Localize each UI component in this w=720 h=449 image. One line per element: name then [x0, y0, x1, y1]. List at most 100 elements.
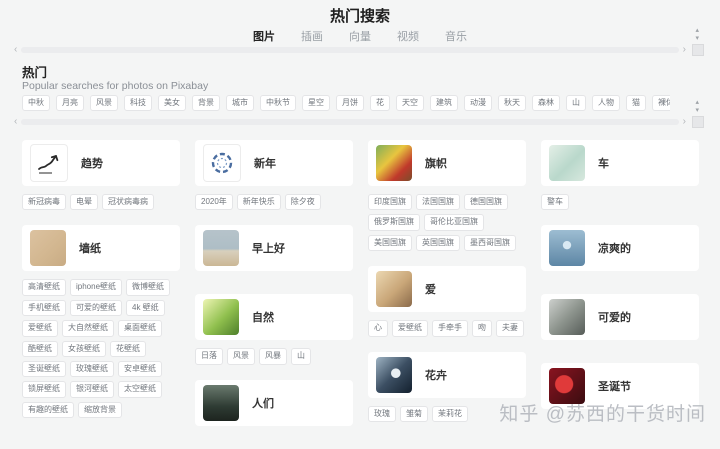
category-card[interactable]: 墙纸 [22, 225, 180, 272]
search-tag[interactable]: 风暴 [259, 348, 287, 365]
hot-search-tag[interactable]: 山 [566, 95, 586, 112]
hot-search-tag[interactable]: 天空 [396, 95, 424, 112]
vertical-scroll-arrows[interactable]: ▴ ▾ [695, 99, 699, 115]
search-tag[interactable]: 银河壁纸 [70, 381, 114, 398]
search-tag[interactable]: 吻 [472, 320, 492, 337]
car-photo-icon [549, 145, 585, 181]
search-tag[interactable]: 锁屏壁纸 [22, 381, 66, 398]
horizontal-scrollbar-tags[interactable]: ‹ › [14, 116, 686, 128]
search-tag[interactable]: 爱壁纸 [22, 320, 58, 337]
search-tag[interactable]: 手牵手 [432, 320, 468, 337]
hot-search-tag[interactable]: 人物 [592, 95, 620, 112]
search-tag[interactable]: 风景 [227, 348, 255, 365]
search-tag[interactable]: 缩放背景 [78, 401, 122, 419]
scrollbar-thumb[interactable] [21, 119, 679, 125]
search-tag[interactable]: 玫瑰 [368, 405, 396, 422]
search-tag[interactable]: 女孩壁纸 [62, 340, 106, 357]
vertical-scroll-arrows[interactable]: ▴ ▾ [695, 27, 699, 43]
scroll-right-icon[interactable]: › [683, 45, 686, 55]
hot-search-tag[interactable]: 美女 [158, 95, 186, 112]
search-tag[interactable]: 大自然壁纸 [62, 320, 114, 337]
search-tag[interactable]: 夫妻 [496, 320, 524, 337]
category-card[interactable]: 新年 [195, 140, 353, 186]
search-tag[interactable]: 新冠病毒 [22, 194, 66, 211]
search-tag[interactable]: 玫瑰壁纸 [70, 360, 114, 378]
search-tag[interactable]: 微博壁纸 [126, 279, 171, 296]
search-tag[interactable]: 警车 [541, 194, 569, 211]
hot-search-tag[interactable]: 森林 [532, 95, 560, 112]
search-tag[interactable]: 2020年 [195, 194, 233, 211]
search-tag[interactable]: 花壁纸 [110, 340, 146, 357]
hot-search-tag[interactable]: 中秋节 [260, 95, 296, 112]
category-card[interactable]: 花卉 [368, 351, 526, 398]
search-tag[interactable]: 日落 [195, 348, 223, 365]
hot-search-tag[interactable]: 月饼 [336, 95, 364, 112]
search-tag[interactable]: 美国国旗 [368, 234, 412, 252]
search-tag[interactable]: 太空壁纸 [118, 381, 162, 398]
hot-search-tag[interactable]: 裸体 [652, 95, 670, 112]
hot-search-tag[interactable]: 花 [370, 95, 390, 112]
search-tag[interactable]: 哥伦比亚国旗 [424, 214, 484, 231]
scroll-down-icon[interactable]: ▾ [695, 107, 699, 115]
category-card[interactable]: 自然 [195, 294, 353, 341]
hot-search-tag[interactable]: 背景 [192, 95, 220, 112]
hot-search-tag[interactable]: 星空 [302, 95, 330, 112]
scroll-up-icon[interactable]: ▴ [695, 27, 699, 35]
search-tag[interactable]: 桌面壁纸 [118, 320, 162, 337]
search-tag[interactable]: 法国国旗 [416, 194, 460, 211]
scroll-down-icon[interactable]: ▾ [695, 35, 699, 43]
flags-photo-icon [376, 145, 412, 181]
search-tag[interactable]: 圣诞壁纸 [22, 360, 66, 378]
search-tag[interactable]: 爱壁纸 [392, 320, 428, 337]
search-tag[interactable]: 心 [368, 320, 388, 337]
category-card[interactable]: 爱 [368, 266, 526, 313]
search-tag[interactable]: 安卓壁纸 [118, 360, 162, 378]
category-card[interactable]: 可爱的 [541, 294, 699, 341]
category-card-title: 早上好 [252, 243, 285, 256]
search-tag[interactable]: 俄罗斯国旗 [368, 214, 420, 231]
category-card[interactable]: 趋势 [22, 140, 180, 186]
search-tag[interactable]: 英国国旗 [416, 234, 460, 252]
category-card[interactable]: 人们 [195, 379, 353, 426]
search-tag[interactable]: 冠状病毒病 [102, 194, 154, 211]
hot-search-tag[interactable]: 猫 [626, 95, 646, 112]
search-tag[interactable]: 印度国旗 [368, 194, 412, 211]
search-tag[interactable]: 可爱的壁纸 [70, 299, 122, 317]
scroll-right-icon[interactable]: › [683, 117, 686, 127]
scroll-up-icon[interactable]: ▴ [695, 99, 699, 107]
fireworks-icon [203, 144, 241, 182]
scroll-left-icon[interactable]: ‹ [14, 117, 17, 127]
category-card-title: 可爱的 [598, 312, 631, 325]
hot-search-tag[interactable]: 秋天 [498, 95, 526, 112]
scroll-left-icon[interactable]: ‹ [14, 45, 17, 55]
search-tag[interactable]: 电晕 [70, 194, 98, 211]
search-tag[interactable]: 酷壁纸 [22, 340, 58, 357]
hot-search-tag[interactable]: 建筑 [430, 95, 458, 112]
search-tag[interactable]: 雏菊 [400, 405, 428, 422]
search-tag[interactable]: 山 [291, 348, 311, 365]
search-tag[interactable]: 德国国旗 [464, 194, 508, 211]
hot-search-tag[interactable]: 动漫 [464, 95, 492, 112]
category-card[interactable]: 早上好 [195, 225, 353, 272]
category-card[interactable]: 车 [541, 140, 699, 186]
category-group: 旗帜印度国旗 法国国旗 德国国旗俄罗斯国旗 哥伦比亚国旗 美国国旗 英国国旗 墨西哥国旗 [368, 140, 526, 252]
search-tag[interactable]: 墨西哥国旗 [464, 234, 516, 252]
hot-search-tag[interactable]: 月亮 [56, 95, 84, 112]
hot-search-tag[interactable]: 城市 [226, 95, 254, 112]
search-tag[interactable]: iphone壁纸 [70, 279, 123, 296]
horizontal-scrollbar-tabs[interactable]: ‹ › [14, 44, 686, 56]
search-tag[interactable]: 有趣的壁纸 [22, 401, 74, 419]
search-tag[interactable]: 4k 壁纸 [126, 299, 165, 317]
category-card[interactable]: 旗帜 [368, 140, 526, 186]
hot-search-tag[interactable]: 风景 [90, 95, 118, 112]
search-tag[interactable]: 新年快乐 [236, 194, 281, 211]
hot-search-tag[interactable]: 科技 [124, 95, 152, 112]
category-card-title: 新年 [254, 158, 276, 170]
scrollbar-thumb[interactable] [21, 47, 679, 53]
search-tag[interactable]: 手机壁纸 [22, 299, 66, 317]
search-tag[interactable]: 除夕夜 [284, 194, 321, 211]
category-card[interactable]: 凉爽的 [541, 225, 699, 272]
hot-search-tag[interactable]: 中秋 [22, 95, 50, 112]
search-tag[interactable]: 茉莉花 [432, 405, 468, 422]
search-tag[interactable]: 高清壁纸 [22, 279, 66, 296]
